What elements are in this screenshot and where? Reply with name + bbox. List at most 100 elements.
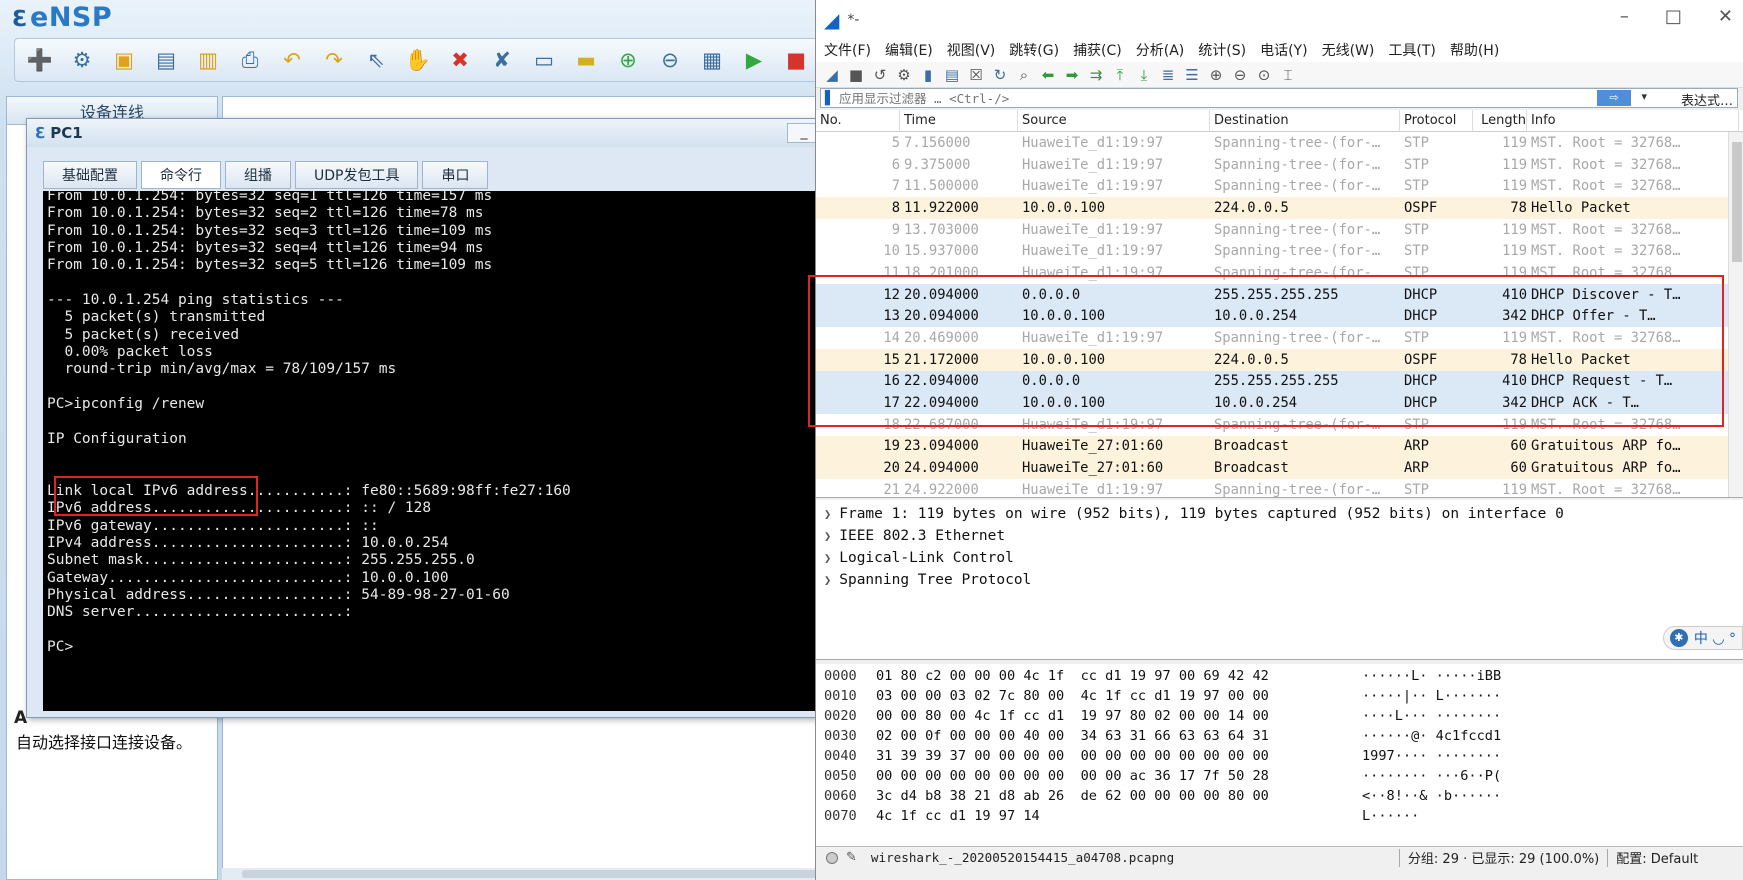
- pc1-titlebar[interactable]: ℇ PC1: [27, 119, 825, 147]
- edit-comment-icon[interactable]: ✎: [846, 850, 857, 865]
- profile-label[interactable]: 配置: Default: [1616, 848, 1698, 867]
- expression-button[interactable]: 表达式…: [1681, 90, 1733, 109]
- menu-item[interactable]: 视图(V): [947, 40, 996, 60]
- delete-icon[interactable]: ✖: [441, 43, 479, 77]
- filter-dropdown-icon[interactable]: ▾: [1641, 90, 1647, 103]
- restart-capture-icon[interactable]: ↺: [870, 65, 890, 85]
- select-icon[interactable]: ⇖: [357, 43, 395, 77]
- table-row[interactable]: 10 15.937000 HuaweiTe_d1:19:97 Spanning-tre…: [816, 240, 1743, 263]
- zoom-out-icon[interactable]: ⊖: [1230, 65, 1250, 85]
- menu-item[interactable]: 电话(Y): [1260, 40, 1307, 60]
- bytes-hex[interactable]: 00 00 00 00 00 00 00 00 00 00 ac 36 17 7…: [876, 768, 1362, 788]
- table-row[interactable]: 8 11.922000 10.0.0.100 224.0.0.5 OSPF 78 Hello…: [816, 197, 1743, 219]
- text-icon[interactable]: ▭: [525, 43, 563, 77]
- find-icon[interactable]: ⌕: [1014, 65, 1034, 85]
- open-file-icon[interactable]: ▮: [918, 65, 938, 85]
- palette-icon[interactable]: ▬: [567, 43, 605, 77]
- bytes-hex[interactable]: 3c d4 b8 38 21 d8 ab 26 de 62 00 00 00 0…: [876, 788, 1362, 808]
- reload-icon[interactable]: ↻: [990, 65, 1010, 85]
- table-row[interactable]: 21 24.922000 HuaweiTe_d1:19:97 Spanning-tre…: [816, 479, 1743, 497]
- new-topology-icon[interactable]: ➕: [21, 43, 59, 77]
- stop-capture-icon[interactable]: ■: [846, 65, 866, 85]
- delete-link-icon[interactable]: ✘: [483, 43, 521, 77]
- normal-size-icon[interactable]: ⊙: [1254, 65, 1274, 85]
- packet-list-scrollbar[interactable]: [1728, 132, 1743, 497]
- expand-chevron-icon[interactable]: ❯: [824, 529, 831, 543]
- menu-item[interactable]: 分析(A): [1136, 40, 1185, 60]
- apply-filter-icon[interactable]: ⇨: [1597, 90, 1631, 106]
- bytes-ascii[interactable]: ····L··· ········: [1362, 708, 1562, 728]
- column-header[interactable]: Length: [1473, 110, 1527, 132]
- table-row[interactable]: 9 13.703000 HuaweiTe_d1:19:97 Spanning-tree…: [816, 218, 1743, 241]
- tab-2[interactable]: 组播: [225, 161, 291, 189]
- redo-icon[interactable]: ↷: [315, 43, 353, 77]
- table-row[interactable]: 20 24.094000 HuaweiTe_27:01:60 Broadcast ARP…: [816, 457, 1743, 479]
- bytes-ascii[interactable]: <··8!··& ·b······: [1362, 788, 1562, 808]
- autoscroll-icon[interactable]: ≣: [1158, 65, 1178, 85]
- bytes-ascii[interactable]: ·····|·· L·······: [1362, 688, 1562, 708]
- menu-item[interactable]: 统计(S): [1198, 40, 1246, 60]
- zoom-in-icon[interactable]: ⊕: [609, 43, 647, 77]
- display-filter-input[interactable]: [839, 90, 1619, 106]
- bytes-hex[interactable]: 4c 1f cc d1 19 97 14: [876, 808, 1362, 828]
- expand-chevron-icon[interactable]: ❯: [824, 551, 831, 565]
- go-back-icon[interactable]: ⬅: [1038, 65, 1058, 85]
- pan-icon[interactable]: ✋: [399, 43, 437, 77]
- new-example-icon[interactable]: ⚙: [63, 43, 101, 77]
- menu-item[interactable]: 帮助(H): [1450, 40, 1499, 60]
- table-row[interactable]: 7 11.500000 HuaweiTe_d1:19:97 Spanning-tree…: [816, 175, 1743, 198]
- wireshark-titlebar[interactable]: ◢ *-: [816, 0, 1743, 40]
- tab-3[interactable]: UDP发包工具: [295, 161, 419, 189]
- start-capture-icon[interactable]: ◢: [822, 65, 842, 85]
- bytes-ascii[interactable]: 1997···· ········: [1362, 748, 1562, 768]
- go-forward-icon[interactable]: ➡: [1062, 65, 1082, 85]
- undo-icon[interactable]: ↶: [273, 43, 311, 77]
- tab-4[interactable]: 串口: [422, 161, 489, 189]
- open-icon[interactable]: ▣: [105, 43, 143, 77]
- first-packet-icon[interactable]: ⤒: [1110, 65, 1130, 85]
- save-file-icon[interactable]: ▤: [942, 65, 962, 85]
- colorize-icon[interactable]: ☰: [1182, 65, 1202, 85]
- capture-options-icon[interactable]: ⚙: [894, 65, 914, 85]
- bytes-hex[interactable]: 00 00 80 00 4c 1f cc d1 19 97 80 02 00 0…: [876, 708, 1362, 728]
- close-icon[interactable]: ✕: [1718, 6, 1733, 27]
- detail-row[interactable]: ❯ Frame 1: 119 bytes on wire (952 bits), …: [816, 506, 1743, 528]
- menu-item[interactable]: 捕获(C): [1073, 40, 1122, 60]
- expand-chevron-icon[interactable]: ❯: [824, 573, 831, 587]
- maximize-icon[interactable]: □: [1665, 6, 1682, 27]
- menu-item[interactable]: 编辑(E): [885, 40, 933, 60]
- capture-status-icon[interactable]: [826, 851, 838, 864]
- column-header[interactable]: No.: [816, 110, 900, 132]
- zoom-in-icon[interactable]: ⊕: [1206, 65, 1226, 85]
- bytes-ascii[interactable]: L······: [1362, 808, 1562, 828]
- zoom-out-icon[interactable]: ⊖: [651, 43, 689, 77]
- scrollbar-thumb[interactable]: [1732, 142, 1742, 262]
- go-to-packet-icon[interactable]: ⇉: [1086, 65, 1106, 85]
- bytes-hex[interactable]: 03 00 00 03 02 7c 80 00 4c 1f cc d1 19 9…: [876, 688, 1362, 708]
- bytes-hex[interactable]: 02 00 0f 00 00 00 40 00 34 63 31 66 63 6…: [876, 728, 1362, 748]
- column-header[interactable]: Protocol: [1400, 110, 1473, 132]
- bytes-hex[interactable]: 01 80 c2 00 00 00 4c 1f cc d1 19 97 00 6…: [876, 668, 1362, 688]
- menu-item[interactable]: 文件(F): [824, 40, 871, 60]
- column-header[interactable]: Info: [1527, 110, 1739, 132]
- detail-row[interactable]: ❯ IEEE 802.3 Ethernet: [816, 528, 1743, 550]
- menu-item[interactable]: 跳转(G): [1009, 40, 1059, 60]
- menu-item[interactable]: 无线(W): [1322, 40, 1375, 60]
- tab-0[interactable]: 基础配置: [43, 161, 137, 189]
- column-header[interactable]: Time: [900, 110, 1018, 132]
- fit-icon[interactable]: ▦: [693, 43, 731, 77]
- bookmark-icon[interactable]: ▌: [825, 91, 835, 106]
- table-row[interactable]: 6 9.375000 HuaweiTe_d1:19:97 Spanning-tree-…: [816, 153, 1743, 176]
- expand-chevron-icon[interactable]: ❯: [824, 507, 831, 521]
- resize-columns-icon[interactable]: ⌶: [1278, 65, 1298, 85]
- print-icon[interactable]: ⎙: [231, 43, 269, 77]
- minimize-icon[interactable]: –: [1620, 6, 1629, 27]
- menu-item[interactable]: 工具(T): [1388, 40, 1435, 60]
- table-row[interactable]: 5 7.156000 HuaweiTe_d1:19:97 Spanning-tree-…: [816, 132, 1743, 154]
- tab-1[interactable]: 命令行: [141, 161, 221, 189]
- bytes-ascii[interactable]: ········ ···6··P(: [1362, 768, 1562, 788]
- bytes-hex[interactable]: 31 39 39 37 00 00 00 00 00 00 00 00 00 0…: [876, 748, 1362, 768]
- start-icon[interactable]: ▶: [735, 43, 773, 77]
- stop-icon[interactable]: ■: [777, 43, 815, 77]
- close-file-icon[interactable]: ☒: [966, 65, 986, 85]
